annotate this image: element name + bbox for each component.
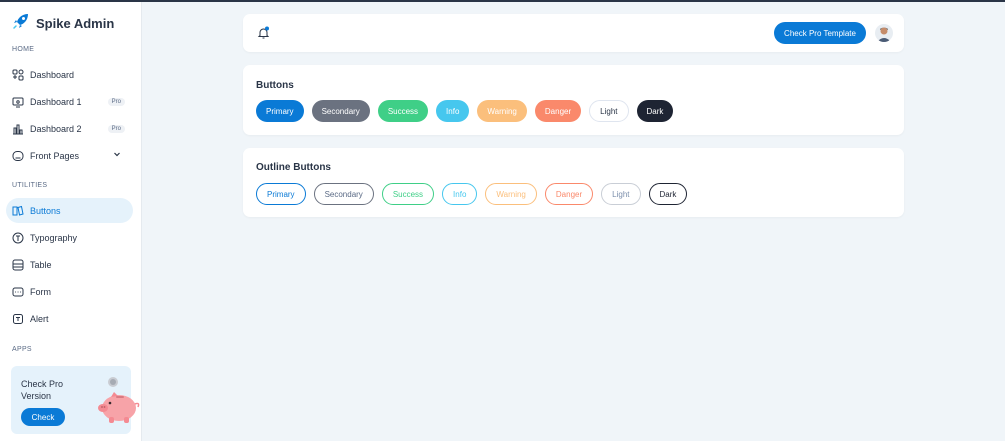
- chevron-down-icon[interactable]: [113, 150, 121, 160]
- pro-badge: Pro: [107, 124, 125, 133]
- danger-button[interactable]: Danger: [534, 100, 582, 122]
- primary-outline-button[interactable]: Primary: [256, 183, 306, 205]
- sidebar-item-dashboard-1[interactable]: Dashboard 1 Pro: [6, 89, 133, 114]
- book-icon: [12, 205, 24, 217]
- sidebar-item-buttons[interactable]: Buttons: [6, 198, 133, 223]
- layout-grid-icon: [12, 69, 24, 81]
- section-label-utilities: UTILITIES: [12, 182, 48, 189]
- sidebar-item-label: Dashboard 1: [30, 96, 82, 107]
- buttons-card-title: Buttons: [256, 80, 294, 91]
- sidebar-item-label: Dashboard: [30, 69, 75, 80]
- sidebar-item-label: Form: [30, 286, 51, 297]
- warning-button[interactable]: Warning: [477, 100, 527, 122]
- screen-share-icon: [12, 96, 24, 108]
- top-border: [0, 0, 1005, 2]
- solid-button-row: Primary Secondary Success Info Warning D…: [256, 100, 674, 122]
- section-label-home: HOME: [12, 46, 35, 53]
- dark-button[interactable]: Dark: [636, 100, 674, 122]
- brand-name: Spike Admin: [36, 16, 115, 31]
- sidebar-item-dashboard[interactable]: Dashboard: [6, 62, 133, 87]
- chart-bar-icon: [12, 123, 24, 135]
- info-outline-button[interactable]: Info: [442, 183, 478, 205]
- sidebar-item-dashboard-2[interactable]: Dashboard 2 Pro: [6, 116, 133, 141]
- pro-badge: Pro: [107, 97, 125, 106]
- header-bar: Check Pro Template: [243, 14, 904, 52]
- brand[interactable]: Spike Admin: [12, 12, 114, 35]
- sidebar-item-label: Table: [30, 259, 52, 270]
- sidebar-item-table[interactable]: Table: [6, 252, 133, 277]
- outline-buttons-card-title: Outline Buttons: [256, 162, 331, 173]
- success-outline-button[interactable]: Success: [381, 183, 435, 205]
- primary-button[interactable]: Primary: [256, 100, 304, 122]
- check-pro-template-button[interactable]: Check Pro Template: [774, 22, 866, 44]
- danger-outline-button[interactable]: Danger: [544, 183, 594, 205]
- warning-outline-button[interactable]: Warning: [485, 183, 537, 205]
- secondary-outline-button[interactable]: Secondary: [313, 183, 374, 205]
- sidebar-item-typography[interactable]: Typography: [6, 225, 133, 250]
- alert-icon: [12, 313, 24, 325]
- bell-icon[interactable]: [257, 26, 270, 45]
- avatar[interactable]: [875, 24, 893, 42]
- secondary-button[interactable]: Secondary: [311, 100, 370, 122]
- sidebar-item-front-pages[interactable]: Front Pages: [6, 143, 133, 168]
- sidebar-item-label: Alert: [30, 313, 49, 324]
- outline-button-row: Primary Secondary Success Info Warning D…: [256, 183, 688, 205]
- table-icon: [12, 259, 24, 271]
- buttons-card: Buttons Primary Secondary Success Info W…: [243, 65, 904, 135]
- form-icon: [12, 286, 24, 298]
- promo-title: Check Pro Version: [21, 379, 64, 401]
- section-label-apps: APPS: [12, 346, 32, 353]
- light-button[interactable]: Light: [589, 100, 629, 122]
- app-window-icon: [12, 150, 24, 162]
- light-outline-button[interactable]: Light: [601, 183, 641, 205]
- check-button[interactable]: Check: [21, 408, 65, 426]
- sidebar-item-label: Dashboard 2: [30, 123, 82, 134]
- typography-icon: [12, 232, 24, 244]
- sidebar-item-label: Front Pages: [30, 150, 80, 161]
- outline-buttons-card: Outline Buttons Primary Secondary Succes…: [243, 148, 904, 217]
- info-button[interactable]: Info: [436, 100, 470, 122]
- promo-card: Check Pro Version Check: [11, 366, 140, 434]
- sidebar-item-alert[interactable]: Alert: [6, 306, 133, 331]
- sidebar: Spike Admin HOME Dashboard Dashboard 1 P…: [0, 2, 142, 441]
- sidebar-item-form[interactable]: Form: [6, 279, 133, 304]
- success-button[interactable]: Success: [377, 100, 429, 122]
- piggy-bank-icon: [97, 374, 141, 431]
- sidebar-item-label: Typography: [30, 232, 78, 243]
- sidebar-item-label: Buttons: [30, 205, 61, 216]
- rocket-icon: [12, 12, 30, 35]
- dark-outline-button[interactable]: Dark: [648, 183, 688, 205]
